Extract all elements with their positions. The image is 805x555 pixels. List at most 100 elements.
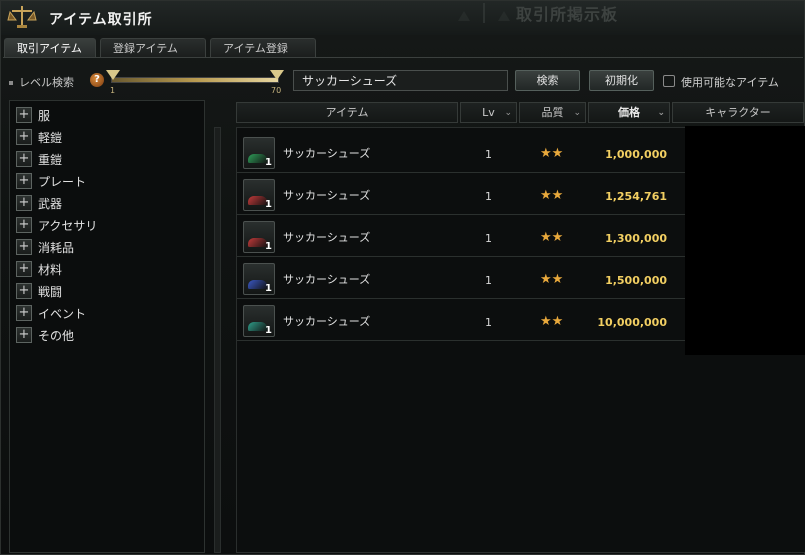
tab-divider bbox=[3, 57, 803, 58]
level-max-handle[interactable] bbox=[270, 70, 284, 80]
item-name: サッカーシューズ bbox=[283, 189, 371, 202]
category-label: 消耗品 bbox=[38, 240, 75, 255]
level-slider-track[interactable] bbox=[111, 77, 279, 83]
item-quantity: 1 bbox=[265, 241, 272, 252]
title-bar[interactable]: アイテム取引所 取引所掲示板 bbox=[1, 1, 804, 35]
expand-plus-icon[interactable]: + bbox=[16, 261, 32, 277]
column-header-lv[interactable]: Lv ⌄ bbox=[460, 102, 517, 123]
column-header-lv-label: Lv bbox=[482, 106, 495, 119]
level-min-value: 1 bbox=[110, 86, 116, 95]
item-price: 1,500,000 bbox=[605, 274, 667, 287]
category-item-clothes[interactable]: + 服 bbox=[16, 106, 50, 124]
column-header-character[interactable]: キャラクター bbox=[672, 102, 804, 123]
item-quantity: 1 bbox=[265, 325, 272, 336]
item-quality-stars: ★★ bbox=[540, 314, 564, 329]
expand-plus-icon[interactable]: + bbox=[16, 195, 32, 211]
tab-bar: 取引アイテム 登録アイテム アイテム登録 bbox=[4, 38, 316, 58]
item-quality-stars: ★★ bbox=[540, 188, 564, 203]
expand-plus-icon[interactable]: + bbox=[16, 327, 32, 343]
item-level: 1 bbox=[485, 148, 492, 161]
item-search-input[interactable] bbox=[293, 70, 508, 91]
column-header-character-label: キャラクター bbox=[705, 106, 771, 119]
expand-plus-icon[interactable]: + bbox=[16, 217, 32, 233]
expand-plus-icon[interactable]: + bbox=[16, 239, 32, 255]
expand-plus-icon[interactable]: + bbox=[16, 173, 32, 189]
item-quality-stars: ★★ bbox=[540, 146, 564, 161]
bullet-icon bbox=[9, 81, 13, 85]
category-label: 戦闘 bbox=[38, 284, 63, 299]
level-search-label: レベル検索 bbox=[9, 74, 74, 90]
usable-only-checkbox[interactable] bbox=[663, 75, 675, 87]
expand-plus-icon[interactable]: + bbox=[16, 283, 32, 299]
category-item-consumables[interactable]: + 消耗品 bbox=[16, 238, 74, 256]
expand-plus-icon[interactable]: + bbox=[16, 305, 32, 321]
category-panel: + 服 + 軽鎧 + 重鎧 + プレート + 武器 + アクセサリ + 消耗品 … bbox=[9, 100, 205, 553]
expand-plus-icon[interactable]: + bbox=[16, 151, 32, 167]
category-label: 武器 bbox=[38, 196, 63, 211]
item-quantity: 1 bbox=[265, 283, 272, 294]
column-header-quality-label: 品質 bbox=[541, 106, 564, 119]
category-label: 服 bbox=[38, 108, 51, 123]
shoe-item-icon: 1 bbox=[243, 263, 275, 295]
category-label: その他 bbox=[38, 328, 75, 343]
category-item-materials[interactable]: + 材料 bbox=[16, 260, 62, 278]
shoe-item-icon: 1 bbox=[243, 305, 275, 337]
search-button[interactable]: 検索 bbox=[515, 70, 580, 91]
category-label: プレート bbox=[38, 174, 87, 189]
category-label: 重鎧 bbox=[38, 152, 63, 167]
item-quantity: 1 bbox=[265, 157, 272, 168]
column-header-quality[interactable]: 品質 ⌄ bbox=[519, 102, 586, 123]
item-name: サッカーシューズ bbox=[283, 315, 371, 328]
category-item-accessories[interactable]: + アクセサリ bbox=[16, 216, 97, 234]
shoe-item-icon: 1 bbox=[243, 221, 275, 253]
category-label: アクセサリ bbox=[38, 218, 98, 233]
column-header-item[interactable]: アイテム bbox=[236, 102, 458, 123]
item-name: サッカーシューズ bbox=[283, 147, 371, 160]
shoe-item-icon: 1 bbox=[243, 179, 275, 211]
item-level: 1 bbox=[485, 274, 492, 287]
item-exchange-window: アイテム取引所 取引所掲示板 取引アイテム 登録アイテム アイテム登録 レベル検… bbox=[0, 0, 805, 555]
category-label: 軽鎧 bbox=[38, 130, 63, 145]
item-price: 1,254,761 bbox=[605, 190, 667, 203]
sort-chevron-icon: ⌄ bbox=[573, 108, 581, 118]
column-header-price[interactable]: 価格 ⌄ bbox=[588, 102, 670, 123]
item-price: 1,000,000 bbox=[605, 148, 667, 161]
question-icon[interactable]: ? bbox=[90, 73, 104, 87]
results-scrollbar[interactable] bbox=[214, 127, 221, 553]
level-min-handle[interactable] bbox=[106, 70, 120, 80]
category-item-combat[interactable]: + 戦闘 bbox=[16, 282, 62, 300]
item-quantity: 1 bbox=[265, 199, 272, 210]
item-level: 1 bbox=[485, 316, 492, 329]
category-item-event[interactable]: + イベント bbox=[16, 304, 86, 322]
tab-trade-items[interactable]: 取引アイテム bbox=[4, 38, 96, 58]
background-title: 取引所掲示板 bbox=[516, 5, 619, 24]
shoe-item-icon: 1 bbox=[243, 137, 275, 169]
scale-icon bbox=[7, 6, 37, 28]
category-item-other[interactable]: + その他 bbox=[16, 326, 74, 344]
category-label: 材料 bbox=[38, 262, 63, 277]
item-level: 1 bbox=[485, 232, 492, 245]
category-item-light-armor[interactable]: + 軽鎧 bbox=[16, 128, 62, 146]
reset-button[interactable]: 初期化 bbox=[589, 70, 654, 91]
tab-registered-items[interactable]: 登録アイテム bbox=[100, 38, 206, 58]
item-name: サッカーシューズ bbox=[283, 231, 371, 244]
item-quality-stars: ★★ bbox=[540, 230, 564, 245]
column-header-item-label: アイテム bbox=[325, 106, 369, 119]
window-title: アイテム取引所 bbox=[49, 12, 153, 28]
usable-only-label: 使用可能なアイテム bbox=[681, 76, 779, 89]
category-item-plate[interactable]: + プレート bbox=[16, 172, 86, 190]
category-item-weapons[interactable]: + 武器 bbox=[16, 194, 62, 212]
level-search-text: レベル検索 bbox=[19, 76, 74, 89]
item-price: 10,000,000 bbox=[597, 316, 667, 329]
item-quality-stars: ★★ bbox=[540, 272, 564, 287]
item-name: サッカーシューズ bbox=[283, 273, 371, 286]
item-price: 1,300,000 bbox=[605, 232, 667, 245]
category-item-heavy-armor[interactable]: + 重鎧 bbox=[16, 150, 62, 168]
scale-watermark-icon bbox=[458, 3, 510, 23]
column-header-price-label: 価格 bbox=[618, 106, 640, 119]
sort-chevron-icon: ⌄ bbox=[657, 108, 665, 118]
tab-register-item[interactable]: アイテム登録 bbox=[210, 38, 316, 58]
redacted-character-column bbox=[685, 126, 805, 355]
expand-plus-icon[interactable]: + bbox=[16, 107, 32, 123]
expand-plus-icon[interactable]: + bbox=[16, 129, 32, 145]
